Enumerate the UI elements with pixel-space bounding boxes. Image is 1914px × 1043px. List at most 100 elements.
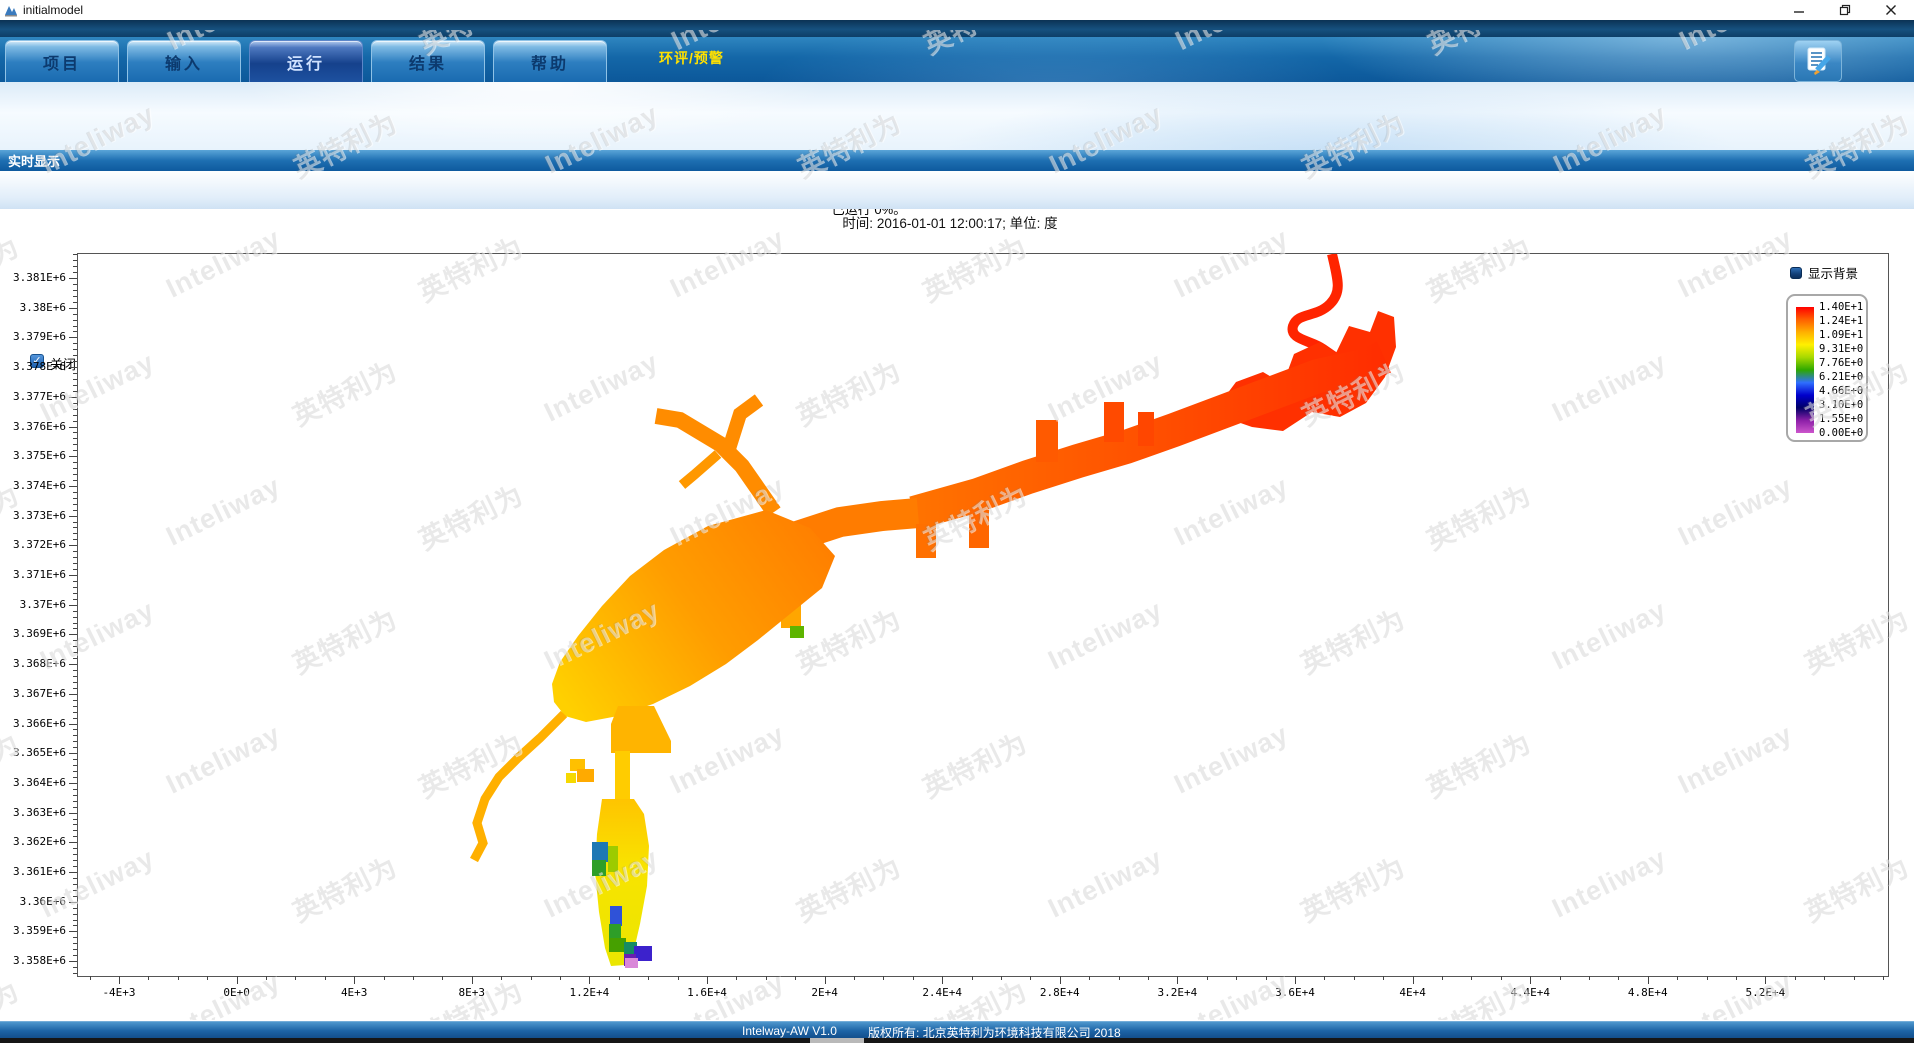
y-minor-tick — [73, 908, 77, 909]
tab-help[interactable]: 帮助 — [493, 40, 607, 82]
y-minor-tick — [73, 611, 77, 612]
x-minor-tick — [1236, 976, 1237, 980]
y-minor-tick — [73, 854, 77, 855]
y-minor-tick — [73, 759, 77, 760]
plot-area: 显示背景 1.40E+11.24E+11.09E+19.31E+07.76E+0… — [77, 253, 1889, 977]
y-minor-tick — [73, 421, 77, 422]
x-tick-label: 4E+4 — [1383, 986, 1443, 999]
y-minor-tick — [73, 623, 77, 624]
y-tick-label: 3.363E+6 — [6, 806, 66, 819]
x-minor-tick — [1501, 976, 1502, 980]
x-minor-tick — [442, 976, 443, 980]
y-tick-label: 3.378E+6 — [6, 360, 66, 373]
x-tick-label: 1.6E+4 — [677, 986, 737, 999]
x-major-tick — [1177, 976, 1178, 984]
x-minor-tick — [972, 976, 973, 980]
watermark-text: 英特利为 — [0, 969, 25, 1020]
x-tick-label: 4.4E+4 — [1500, 986, 1560, 999]
y-tick-label: 3.36E+6 — [6, 895, 66, 908]
x-minor-tick — [413, 976, 414, 980]
y-minor-tick — [73, 254, 77, 255]
x-minor-tick — [90, 976, 91, 980]
y-minor-tick — [73, 450, 77, 451]
taskbar-notch — [810, 1038, 864, 1043]
y-minor-tick — [73, 658, 77, 659]
y-minor-tick — [73, 522, 77, 523]
x-minor-tick — [207, 976, 208, 980]
x-minor-tick — [1324, 976, 1325, 980]
tab-input[interactable]: 输入 — [127, 40, 241, 82]
tab-env-warning[interactable]: 环评/预警 — [659, 48, 724, 68]
y-minor-tick — [73, 587, 77, 588]
y-major-tick — [69, 308, 77, 309]
y-minor-tick — [73, 890, 77, 891]
y-minor-tick — [73, 385, 77, 386]
y-minor-tick — [73, 819, 77, 820]
x-major-tick — [1060, 976, 1061, 984]
watermark-text: 英特利为 — [0, 225, 25, 309]
y-minor-tick — [73, 949, 77, 950]
x-minor-tick — [1001, 976, 1002, 980]
y-minor-tick — [73, 688, 77, 689]
close-button[interactable] — [1868, 0, 1914, 20]
y-minor-tick — [73, 510, 77, 511]
tab-run[interactable]: 运行 — [249, 40, 363, 82]
display-controls: ✓ 关闭图形显示 指标 水温 水层 1 输出间隔(小时) 6 自定义图谱 显示网… — [0, 171, 1914, 209]
x-tick-label: 2E+4 — [795, 986, 855, 999]
restore-button[interactable] — [1822, 0, 1868, 20]
y-minor-tick — [73, 349, 77, 350]
y-minor-tick — [73, 700, 77, 701]
title-bar: initialmodel — [0, 0, 1914, 20]
x-minor-tick — [1354, 976, 1355, 980]
show-background-label: 显示背景 — [1808, 263, 1858, 282]
x-tick-label: 3.6E+4 — [1265, 986, 1325, 999]
y-minor-tick — [73, 581, 77, 582]
x-major-tick — [1648, 976, 1649, 984]
minimize-button[interactable] — [1776, 0, 1822, 20]
tab-results[interactable]: 结果 — [371, 40, 485, 82]
watermark-text: 英特利为 — [0, 721, 25, 805]
y-tick-label: 3.359E+6 — [6, 924, 66, 937]
y-major-tick — [69, 724, 77, 725]
y-minor-tick — [73, 320, 77, 321]
y-minor-tick — [73, 718, 77, 719]
x-minor-tick — [1207, 976, 1208, 980]
y-minor-tick — [73, 551, 77, 552]
x-minor-tick — [1677, 976, 1678, 980]
y-minor-tick — [73, 480, 77, 481]
y-major-tick — [69, 753, 77, 754]
tab-project[interactable]: 项目 — [5, 40, 119, 82]
x-tick-label: 4.8E+4 — [1618, 986, 1678, 999]
y-minor-tick — [73, 539, 77, 540]
legend-value: 1.40E+1 — [1819, 301, 1863, 313]
y-minor-tick — [73, 735, 77, 736]
y-minor-tick — [73, 272, 77, 273]
y-major-tick — [69, 842, 77, 843]
x-minor-tick — [678, 976, 679, 980]
y-minor-tick — [73, 640, 77, 641]
y-minor-tick — [73, 557, 77, 558]
report-document-button[interactable] — [1794, 40, 1842, 82]
y-minor-tick — [73, 628, 77, 629]
x-tick-label: 2.4E+4 — [912, 986, 972, 999]
y-tick-label: 3.381E+6 — [6, 271, 66, 284]
window-title: initialmodel — [23, 3, 83, 17]
x-minor-tick — [1148, 976, 1149, 980]
y-tick-label: 3.364E+6 — [6, 776, 66, 789]
x-minor-tick — [913, 976, 914, 980]
y-minor-tick — [73, 266, 77, 267]
y-major-tick — [69, 664, 77, 665]
x-minor-tick — [883, 976, 884, 980]
y-minor-tick — [73, 302, 77, 303]
y-minor-tick — [73, 504, 77, 505]
y-minor-tick — [73, 326, 77, 327]
x-minor-tick — [266, 976, 267, 980]
show-background-checkbox[interactable] — [1790, 267, 1802, 279]
top-band — [0, 20, 1914, 37]
y-minor-tick — [73, 652, 77, 653]
tab-strip: 项目输入运行结果帮助 — [0, 37, 607, 82]
y-minor-tick — [73, 765, 77, 766]
y-minor-tick — [73, 409, 77, 410]
y-minor-tick — [73, 914, 77, 915]
x-minor-tick — [854, 976, 855, 980]
